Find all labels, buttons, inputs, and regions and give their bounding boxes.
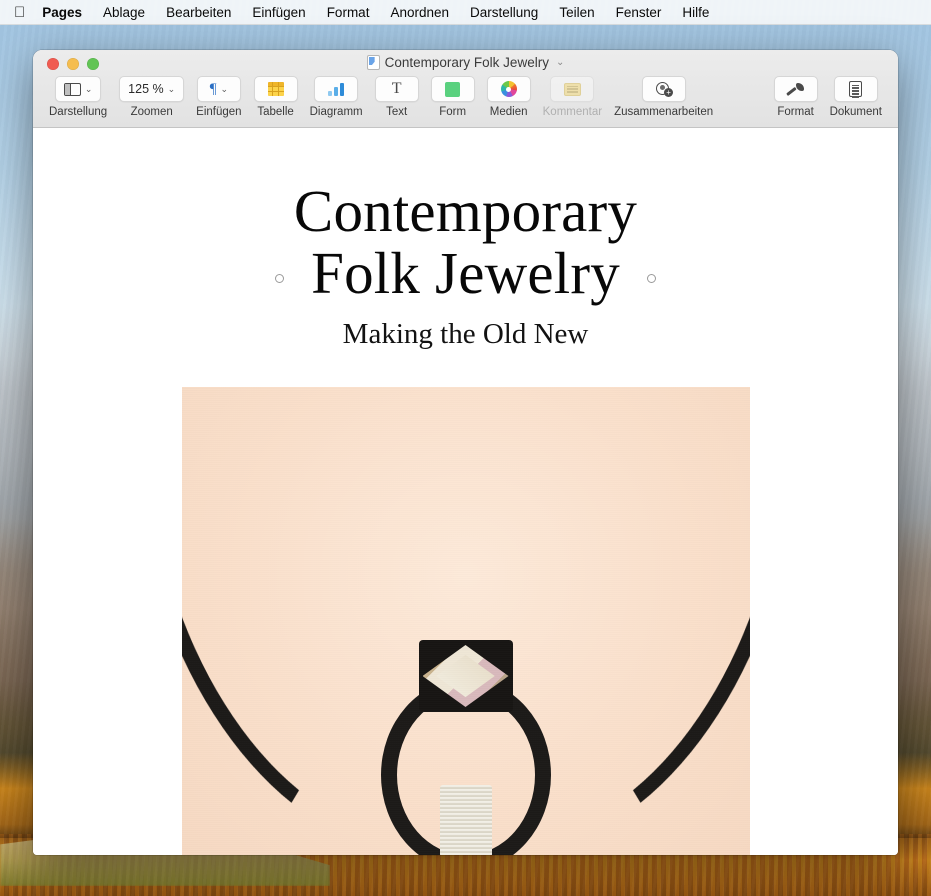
document-lines-icon xyxy=(849,81,863,98)
necklace-photo[interactable] xyxy=(181,387,750,855)
menu-item-darstellung[interactable]: Darstellung xyxy=(470,5,538,20)
toolbar-label-chart: Diagramm xyxy=(309,106,363,118)
heading-line-2: Folk Jewelry xyxy=(311,240,620,306)
paintbrush-icon xyxy=(787,82,805,97)
toolbar-label-insert: Einfügen xyxy=(196,106,242,118)
pages-window: Contemporary Folk Jewelry ⌄ ⌄ Darstellun… xyxy=(33,50,898,855)
toolbar-group-left: ⌄ Darstellung 125 % ⌄ Zoomen ¶ ⌄ Einfüge… xyxy=(43,76,719,118)
toolbar-label-shape: Form xyxy=(439,106,467,118)
comment-note-icon xyxy=(563,82,581,96)
pages-document-icon xyxy=(366,55,380,70)
window-titlebar[interactable]: Contemporary Folk Jewelry ⌄ ⌄ Darstellun… xyxy=(33,50,898,128)
format-button[interactable] xyxy=(773,76,818,102)
bar-chart-icon xyxy=(327,82,345,96)
collaborate-button[interactable]: + xyxy=(641,76,686,102)
menu-bar:  Pages Ablage Bearbeiten Einfügen Forma… xyxy=(0,0,931,25)
table-button[interactable] xyxy=(253,76,298,102)
add-person-icon: + xyxy=(655,81,674,97)
toolbar-group-right: Format Dokument xyxy=(768,76,888,118)
toolbar-label-view: Darstellung xyxy=(49,106,108,118)
toolbar-item-collaborate[interactable]: + Zusammenarbeiten xyxy=(608,76,719,118)
menu-item-ablage[interactable]: Ablage xyxy=(103,5,145,20)
media-photos-icon xyxy=(500,81,517,97)
chevron-down-icon: ⌄ xyxy=(220,83,229,94)
toolbar-label-format: Format xyxy=(777,106,814,118)
menu-item-format[interactable]: Format xyxy=(327,5,370,20)
media-button[interactable] xyxy=(486,76,531,102)
heading-line-1: Contemporary xyxy=(293,178,638,244)
chevron-down-icon: ⌄ xyxy=(167,83,176,94)
toolbar-label-comment: Kommentar xyxy=(542,106,603,118)
toolbar-label-document: Dokument xyxy=(829,106,882,118)
apple-menu-icon[interactable]:  xyxy=(14,5,25,20)
heading-line-2-wrap: Folk Jewelry xyxy=(275,240,656,306)
menu-item-fenster[interactable]: Fenster xyxy=(616,5,662,20)
toolbar-label-media: Medien xyxy=(489,106,528,118)
menu-item-teilen[interactable]: Teilen xyxy=(559,5,594,20)
toolbar-item-insert[interactable]: ¶ ⌄ Einfügen xyxy=(190,76,247,118)
menu-item-hilfe[interactable]: Hilfe xyxy=(682,5,709,20)
text-t-icon: T xyxy=(391,80,402,97)
menu-item-einfuegen[interactable]: Einfügen xyxy=(252,5,305,20)
toolbar-label-collaborate: Zusammenarbeiten xyxy=(614,106,714,118)
toolbar-label-table: Tabelle xyxy=(257,106,294,118)
document-button[interactable] xyxy=(833,76,878,102)
pilcrow-icon: ¶ xyxy=(209,80,217,97)
document-canvas[interactable]: Contemporary Folk Jewelry Making the Old… xyxy=(33,128,898,855)
view-layout-icon xyxy=(63,82,81,96)
chevron-down-icon: ⌄ xyxy=(84,83,93,94)
toolbar-label-text: Text xyxy=(386,106,408,118)
ornament-circle-left-icon xyxy=(275,274,285,284)
toolbar-item-comment: Kommentar xyxy=(537,76,608,118)
menu-item-anordnen[interactable]: Anordnen xyxy=(390,5,449,20)
toolbar-item-view[interactable]: ⌄ Darstellung xyxy=(43,76,113,118)
menu-item-pages[interactable]: Pages xyxy=(42,5,82,20)
toolbar-label-zoom: Zoomen xyxy=(130,106,173,118)
text-button[interactable]: T xyxy=(374,76,419,102)
shape-button[interactable] xyxy=(430,76,475,102)
toolbar: ⌄ Darstellung 125 % ⌄ Zoomen ¶ ⌄ Einfüge… xyxy=(33,76,898,127)
insert-button[interactable]: ¶ ⌄ xyxy=(196,76,241,102)
toolbar-item-document[interactable]: Dokument xyxy=(824,76,888,118)
chevron-down-icon[interactable]: ⌄ xyxy=(556,57,564,68)
toolbar-item-text[interactable]: T Text xyxy=(369,76,425,118)
toolbar-item-media[interactable]: Medien xyxy=(481,76,537,118)
toolbar-item-zoom[interactable]: 125 % ⌄ Zoomen xyxy=(113,76,190,118)
shape-square-icon xyxy=(445,81,461,97)
document-title-area: Contemporary Folk Jewelry ⌄ xyxy=(33,55,898,70)
document-heading[interactable]: Contemporary Folk Jewelry xyxy=(275,178,656,306)
table-icon xyxy=(267,82,284,96)
toolbar-item-chart[interactable]: Diagramm xyxy=(304,76,369,118)
chart-button[interactable] xyxy=(314,76,359,102)
toolbar-item-shape[interactable]: Form xyxy=(425,76,481,118)
toolbar-item-table[interactable]: Tabelle xyxy=(248,76,304,118)
view-button[interactable]: ⌄ xyxy=(54,76,102,102)
menu-item-bearbeiten[interactable]: Bearbeiten xyxy=(166,5,231,20)
zoom-value: 125 % xyxy=(128,82,164,96)
comment-button xyxy=(550,76,595,102)
document-page[interactable]: Contemporary Folk Jewelry Making the Old… xyxy=(33,128,898,855)
document-title[interactable]: Contemporary Folk Jewelry xyxy=(385,55,549,70)
zoom-button-toolbar[interactable]: 125 % ⌄ xyxy=(119,76,185,102)
toolbar-item-format[interactable]: Format xyxy=(768,76,824,118)
ornament-circle-right-icon xyxy=(646,274,656,284)
document-subtitle[interactable]: Making the Old New xyxy=(343,318,589,351)
photo-grain-overlay xyxy=(181,387,750,855)
